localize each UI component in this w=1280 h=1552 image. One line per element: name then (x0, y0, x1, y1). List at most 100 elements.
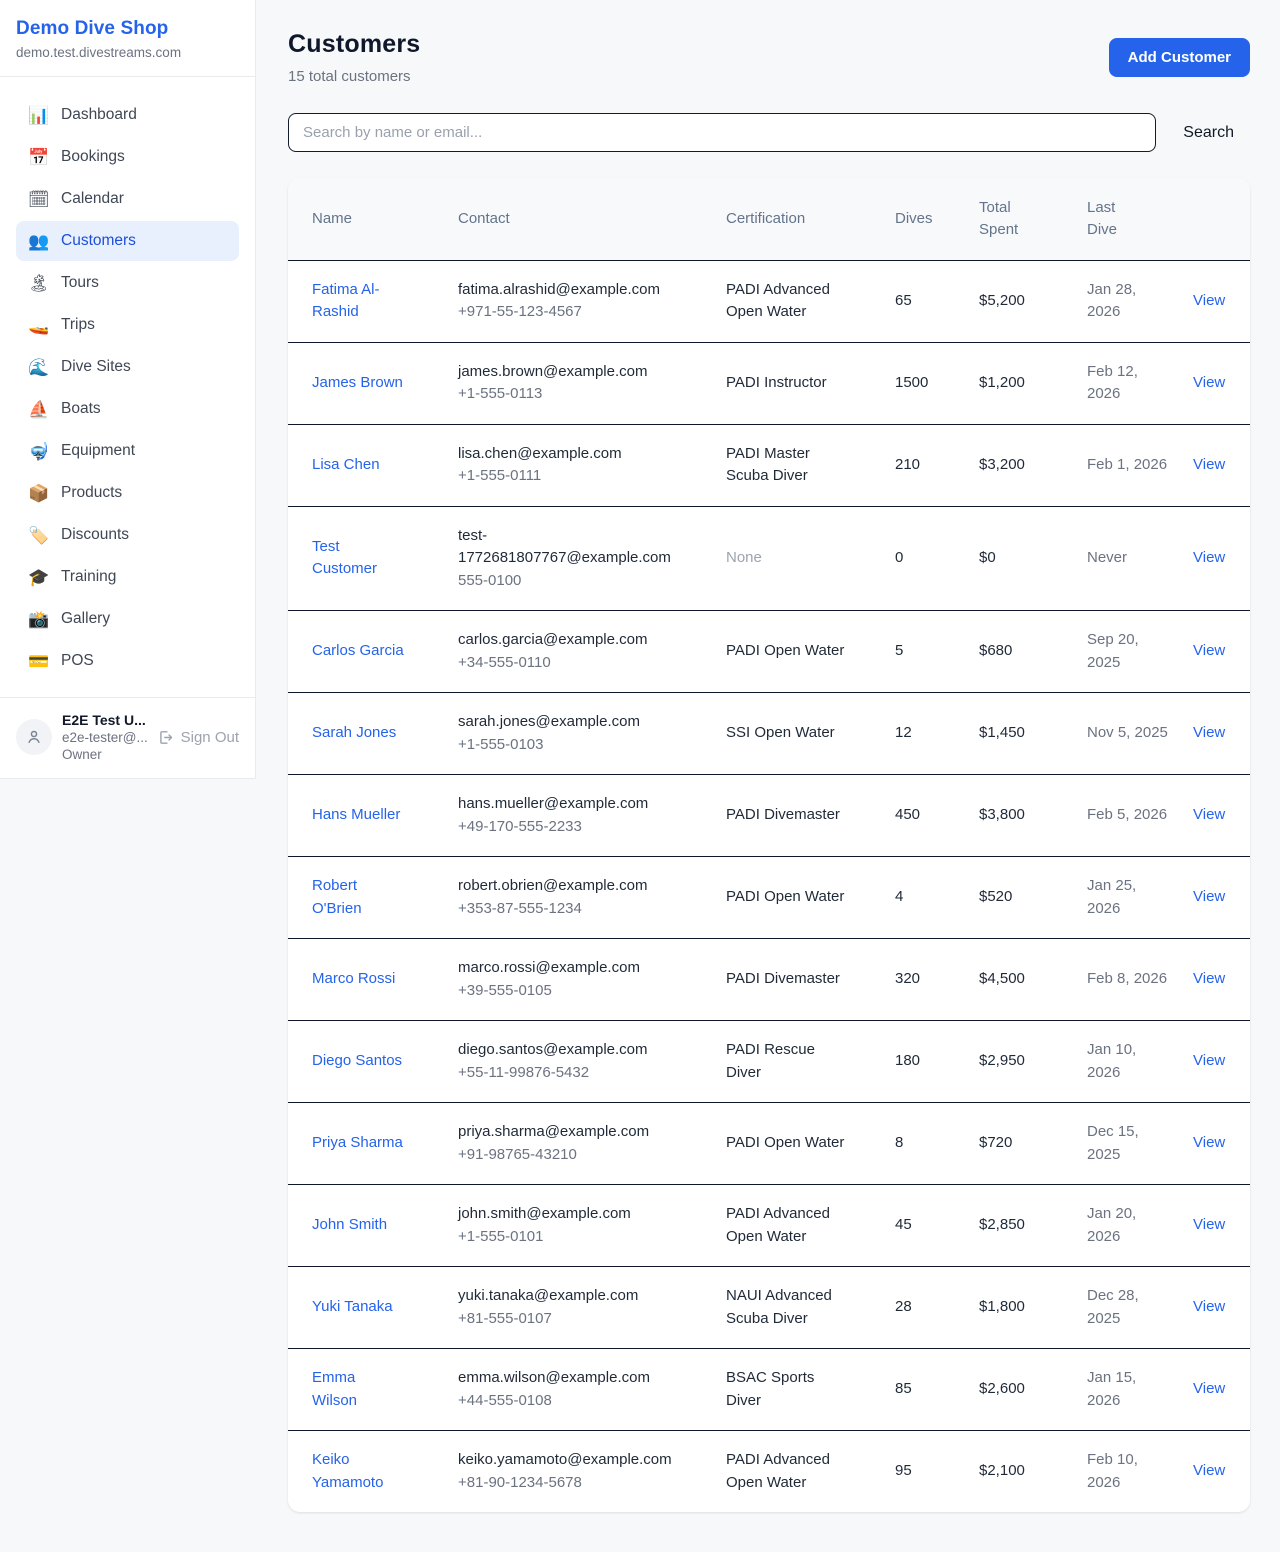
credit-card-icon: 💳 (28, 653, 48, 670)
certification-cell: None (702, 506, 871, 611)
sidebar-item-dashboard[interactable]: 📊Dashboard (16, 95, 239, 135)
sidebar-item-discounts[interactable]: 🏷️Discounts (16, 515, 239, 555)
customer-email: yuki.tanaka@example.com (458, 1285, 686, 1308)
customer-name-link[interactable]: Hans Mueller (312, 806, 400, 823)
actions-cell: View (1169, 611, 1250, 693)
search-input[interactable] (288, 113, 1156, 152)
sidebar-item-boats[interactable]: ⛵Boats (16, 389, 239, 429)
avatar (16, 719, 52, 755)
view-link[interactable]: View (1193, 642, 1225, 659)
dives-cell: 210 (871, 424, 955, 506)
total-spent-cell: $2,600 (955, 1349, 1063, 1431)
customer-phone: +44-555-0108 (458, 1390, 686, 1413)
name-cell: Sarah Jones (288, 693, 434, 775)
table-row: Keiko Yamamotokeiko.yamamoto@example.com… (288, 1431, 1250, 1513)
sidebar-item-dive-sites[interactable]: 🌊Dive Sites (16, 347, 239, 387)
last-dive-cell: Sep 20, 2025 (1063, 611, 1169, 693)
view-link[interactable]: View (1193, 806, 1225, 823)
sign-out-button[interactable]: Sign Out (157, 729, 239, 746)
sidebar-item-bookings[interactable]: 📅Bookings (16, 137, 239, 177)
certification-cell: PADI Advanced Open Water (702, 1185, 871, 1267)
total-spent-cell: $5,200 (955, 260, 1063, 342)
total-spent-cell: $2,950 (955, 1021, 1063, 1103)
sidebar-item-tours[interactable]: 🏝Tours (16, 263, 239, 303)
contact-cell: fatima.alrashid@example.com+971-55-123-4… (434, 260, 702, 342)
sidebar-item-calendar[interactable]: 🗓Calendar (16, 179, 239, 219)
contact-cell: priya.sharma@example.com+91-98765-43210 (434, 1103, 702, 1185)
name-cell: Priya Sharma (288, 1103, 434, 1185)
customer-name-link[interactable]: Marco Rossi (312, 970, 395, 987)
view-link[interactable]: View (1193, 1052, 1225, 1069)
certification-cell: PADI Master Scuba Diver (702, 424, 871, 506)
people-icon: 👥 (28, 233, 48, 250)
view-link[interactable]: View (1193, 1380, 1225, 1397)
sidebar-item-trips[interactable]: 🚤Trips (16, 305, 239, 345)
total-spent-cell: $1,800 (955, 1267, 1063, 1349)
customer-name-link[interactable]: Carlos Garcia (312, 642, 404, 659)
view-link[interactable]: View (1193, 724, 1225, 741)
view-link[interactable]: View (1193, 549, 1225, 566)
column-header-actions (1169, 178, 1250, 260)
view-link[interactable]: View (1193, 292, 1225, 309)
view-link[interactable]: View (1193, 1462, 1225, 1479)
contact-cell: john.smith@example.com+1-555-0101 (434, 1185, 702, 1267)
dives-cell: 45 (871, 1185, 955, 1267)
search-button[interactable]: Search (1183, 124, 1234, 142)
certification-cell: PADI Divemaster (702, 775, 871, 857)
total-spent-cell: $680 (955, 611, 1063, 693)
certification-cell: PADI Divemaster (702, 939, 871, 1021)
customer-name-link[interactable]: Priya Sharma (312, 1134, 403, 1151)
name-cell: Marco Rossi (288, 939, 434, 1021)
sidebar-item-training[interactable]: 🎓Training (16, 557, 239, 597)
table-body: Fatima Al-Rashid fatima.alrashid@example.… (288, 260, 1250, 1512)
sidebar-item-label: Calendar (61, 190, 124, 208)
customer-name-link[interactable]: Lisa Chen (312, 456, 380, 473)
view-link[interactable]: View (1193, 1134, 1225, 1151)
actions-cell: View (1169, 342, 1250, 424)
customer-phone: +1-555-0111 (458, 465, 686, 488)
sidebar-item-pos[interactable]: 💳POS (16, 641, 239, 681)
sidebar-item-gallery[interactable]: 📸Gallery (16, 599, 239, 639)
add-customer-button[interactable]: Add Customer (1109, 38, 1250, 77)
certification-cell: PADI Open Water (702, 611, 871, 693)
customer-name-link[interactable]: John Smith (312, 1216, 387, 1233)
customer-email: carlos.garcia@example.com (458, 629, 686, 652)
customer-name-link[interactable]: Diego Santos (312, 1052, 402, 1069)
view-link[interactable]: View (1193, 1298, 1225, 1315)
customer-name-link[interactable]: Test Customer (312, 538, 377, 578)
total-spent-cell: $3,800 (955, 775, 1063, 857)
main-content: Customers 15 total customers Add Custome… (256, 0, 1280, 1552)
contact-cell: test-1772681807767@example.com555-0100 (434, 506, 702, 611)
customers-table-card: NameContactCertificationDivesTotal Spent… (288, 178, 1250, 1512)
graduation-cap-icon: 🎓 (28, 569, 48, 586)
dives-cell: 8 (871, 1103, 955, 1185)
view-link[interactable]: View (1193, 1216, 1225, 1233)
dives-cell: 85 (871, 1349, 955, 1431)
customer-name-link[interactable]: Robert O'Brien (312, 877, 362, 917)
sidebar-item-products[interactable]: 📦Products (16, 473, 239, 513)
customer-name-link[interactable]: Yuki Tanaka (312, 1298, 393, 1315)
sidebar-item-equipment[interactable]: 🤿Equipment (16, 431, 239, 471)
table-row: Test Customer test-1772681807767@example.… (288, 506, 1250, 611)
certification-cell: NAUI Advanced Scuba Diver (702, 1267, 871, 1349)
brand: Demo Dive Shop demo.test.divestreams.com (0, 0, 255, 77)
view-link[interactable]: View (1193, 970, 1225, 987)
customer-name-link[interactable]: James Brown (312, 374, 403, 391)
sidebar-item-customers[interactable]: 👥Customers (16, 221, 239, 261)
view-link[interactable]: View (1193, 456, 1225, 473)
contact-cell: james.brown@example.com+1-555-0113 (434, 342, 702, 424)
contact-cell: lisa.chen@example.com+1-555-0111 (434, 424, 702, 506)
customer-name-link[interactable]: Sarah Jones (312, 724, 396, 741)
customer-name-link[interactable]: Emma Wilson (312, 1369, 357, 1409)
last-dive-cell: Never (1063, 506, 1169, 611)
island-icon: 🏝 (28, 275, 48, 292)
view-link[interactable]: View (1193, 374, 1225, 391)
certification-cell: SSI Open Water (702, 693, 871, 775)
customer-email: sarah.jones@example.com (458, 711, 686, 734)
last-dive-cell: Jan 15, 2026 (1063, 1349, 1169, 1431)
name-cell: Emma Wilson (288, 1349, 434, 1431)
actions-cell: View (1169, 1431, 1250, 1513)
customer-name-link[interactable]: Fatima Al-Rashid (312, 281, 380, 321)
sign-out-icon (157, 729, 174, 746)
view-link[interactable]: View (1193, 888, 1225, 905)
